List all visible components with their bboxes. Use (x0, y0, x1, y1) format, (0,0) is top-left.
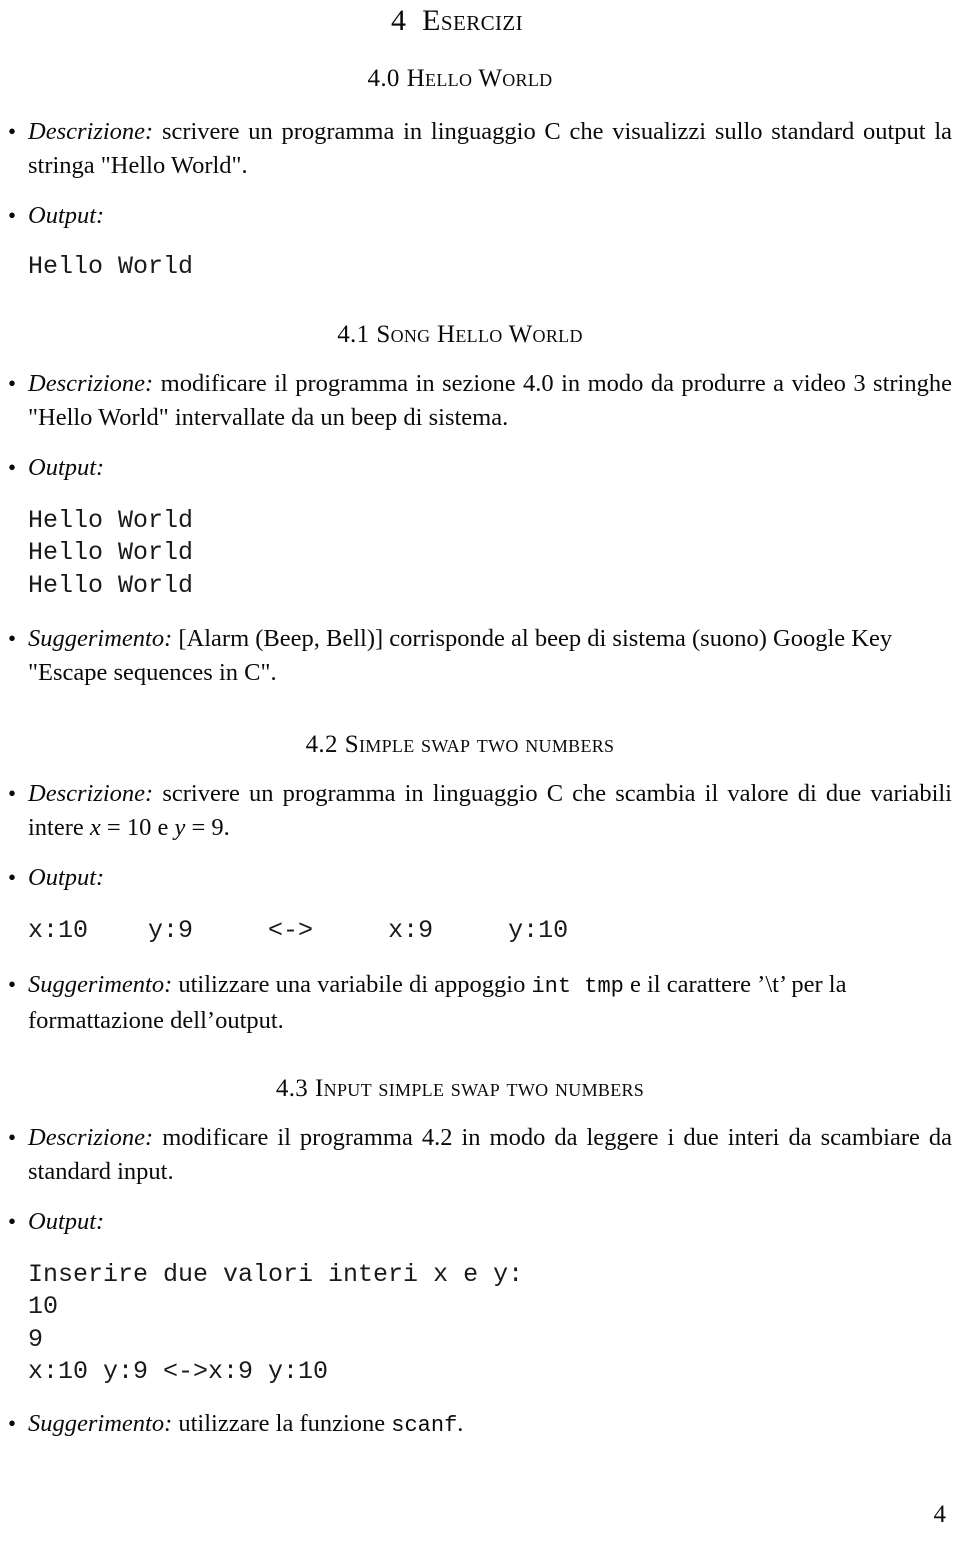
hint-body-part1: utilizzare la funzione (172, 1409, 392, 1437)
lead-label: Suggerimento: (28, 625, 173, 652)
desc-eq-x: = 10 e (100, 814, 175, 841)
bullet-icon: • (8, 865, 17, 890)
bullet-icon: • (8, 370, 17, 396)
inline-code-int-tmp: int tmp (531, 973, 624, 999)
section-4-3-hint: • Suggerimento: utilizzare la funzione s… (5, 1407, 955, 1443)
list-item: • Descrizione: scrivere un programma in … (5, 777, 955, 845)
list-item: • Descrizione: modificare il programma 4… (5, 1121, 955, 1189)
output-label-paragraph: Output: (28, 1205, 955, 1239)
section-4-3-items: • Descrizione: modificare il programma 4… (5, 1121, 955, 1239)
bullet-icon: • (8, 971, 17, 997)
hint-paragraph: Suggerimento: utilizzare una variabile d… (28, 968, 955, 1038)
section-title-text-4-2: Simple swap two numbers (344, 731, 615, 758)
section-title-4-3: 4.3 Input simple swap two numbers (5, 1074, 955, 1103)
inline-code-scanf: scanf (391, 1412, 458, 1438)
section-title-text-4-1: Song Hello World (376, 320, 583, 348)
lead-label: Output: (28, 453, 105, 481)
lead-label: Descrizione: (28, 1123, 154, 1151)
lead-label: Output: (28, 202, 105, 229)
bullet-icon: • (8, 626, 17, 651)
variable-x: x (89, 814, 101, 841)
chapter-number: 4 (390, 4, 407, 37)
section-title-4-1: 4.1 Song Hello World (5, 320, 955, 349)
code-output-4-1: Hello World Hello World Hello World (28, 505, 194, 600)
hint-body-part2: . (457, 1409, 464, 1437)
output-label-paragraph: Output: (28, 451, 955, 485)
lead-body: modificare il programma 4.2 in modo da l… (28, 1123, 952, 1185)
lead-body: modificare il programma in sezione 4.0 i… (28, 369, 952, 431)
lead-label: Output: (28, 864, 105, 891)
lead-label: Suggerimento: (28, 1409, 173, 1437)
section-4-2-hint: • Suggerimento: utilizzare una variabile… (5, 968, 955, 1038)
lead-label: Suggerimento: (28, 970, 173, 998)
section-4-1-items: • Descrizione: modificare il programma i… (5, 367, 955, 485)
output-label-paragraph: Output: (28, 861, 955, 895)
list-item: • Output: (5, 861, 955, 895)
output-label-paragraph: Output: (28, 199, 955, 233)
hint-paragraph: Suggerimento: utilizzare la funzione sca… (28, 1407, 955, 1443)
section-4-0-items: • Descrizione: scrivere un programma in … (5, 115, 955, 233)
section-title-text-4-0: Hello World (406, 65, 553, 92)
list-item: • Suggerimento: utilizzare una variabile… (5, 968, 955, 1038)
chapter-title-text: Esercizi (422, 4, 524, 37)
hint-paragraph: Suggerimento: [Alarm (Beep, Bell)] corri… (28, 622, 955, 690)
lead-label: Descrizione: (28, 369, 154, 397)
section-title-4-0: 4.0 Hello World (5, 64, 955, 93)
description-paragraph: Descrizione: scrivere un programma in li… (28, 115, 955, 183)
lead-body: scrivere un programma in linguaggio C ch… (28, 118, 952, 179)
code-output-4-2: x:10 y:9 <-> x:9 y:10 (28, 916, 569, 945)
section-number-4-0: 4.0 (367, 65, 400, 92)
list-item: • Output: (5, 199, 955, 233)
description-paragraph: Descrizione: modificare il programma in … (28, 367, 955, 435)
list-item: • Suggerimento: utilizzare la funzione s… (5, 1407, 955, 1443)
bullet-icon: • (8, 454, 17, 480)
bullet-icon: • (8, 1208, 17, 1234)
bullet-icon: • (8, 119, 17, 144)
list-item: • Output: (5, 1205, 955, 1239)
code-output-4-3: Inserire due valori interi x e y: 10 9 x… (28, 1259, 524, 1387)
desc-eq-y: = 9. (185, 814, 230, 841)
description-paragraph: Descrizione: scrivere un programma in li… (28, 777, 955, 845)
list-item: • Output: (5, 451, 955, 485)
section-title-4-2: 4.2 Simple swap two numbers (5, 730, 955, 759)
page-number: 4 (933, 1501, 947, 1528)
bullet-icon: • (8, 203, 17, 228)
description-paragraph: Descrizione: modificare il programma 4.2… (28, 1121, 955, 1189)
section-number-4-2: 4.2 (305, 731, 338, 758)
list-item: • Descrizione: scrivere un programma in … (5, 115, 955, 183)
section-number-4-1: 4.1 (337, 320, 370, 348)
section-title-text-4-3: Input simple swap two numbers (315, 1074, 645, 1102)
chapter-title: 4 Esercizi (5, 4, 955, 38)
bullet-icon: • (8, 781, 17, 806)
list-item: • Descrizione: modificare il programma i… (5, 367, 955, 435)
bullet-icon: • (8, 1410, 17, 1436)
bullet-icon: • (8, 1124, 17, 1150)
lead-label: Descrizione: (28, 780, 154, 807)
lead-label: Descrizione: (28, 118, 154, 145)
variable-y: y (174, 814, 186, 841)
section-4-1-hint: • Suggerimento: [Alarm (Beep, Bell)] cor… (5, 622, 955, 690)
section-4-2-items: • Descrizione: scrivere un programma in … (5, 777, 955, 895)
list-item: • Suggerimento: [Alarm (Beep, Bell)] cor… (5, 622, 955, 690)
section-number-4-3: 4.3 (275, 1074, 309, 1102)
lead-label: Output: (28, 1207, 105, 1235)
hint-body-part1: utilizzare una variabile di appoggio (172, 970, 532, 998)
document-page: 4 Esercizi 4.0 Hello World • Descrizione:… (0, 4, 960, 1541)
code-output-4-0: Hello World (28, 252, 194, 281)
